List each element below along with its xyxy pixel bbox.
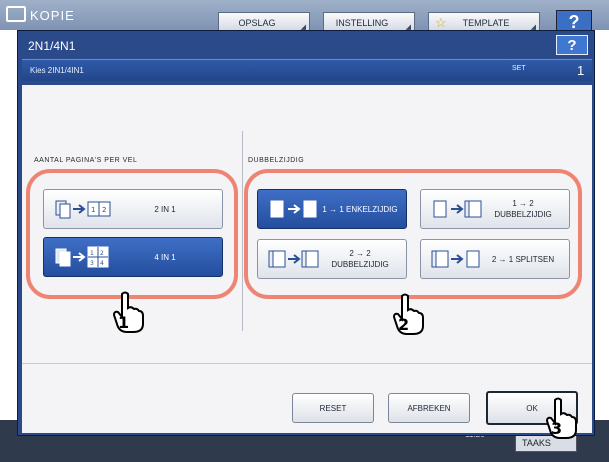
4in1-icon: 1 2 3 4: [55, 246, 109, 268]
dialog-subheader: Kies 2IN1/4IN1 SET 1: [22, 59, 592, 81]
dialog-title: 2N1/4N1: [28, 39, 76, 53]
svg-text:2: 2: [102, 206, 106, 214]
set-count: 1: [577, 63, 585, 78]
tab-label: OPSLAG: [238, 18, 276, 28]
option-label: 2 → 2 DUBBELZIJDIG: [331, 249, 389, 269]
option-1to2-duplex[interactable]: 1 → 2 DUBBELZIJDIG: [420, 189, 570, 229]
option-label: 4 IN 1: [154, 252, 176, 262]
callout-3-number: 3: [551, 419, 562, 438]
app-title: KOPIE: [30, 8, 75, 23]
option-2in1[interactable]: 1 2 2 IN 1: [43, 189, 223, 229]
svg-text:1: 1: [91, 206, 95, 214]
option-label: 1 → 1 ENKELZIJDIG: [322, 204, 398, 214]
option-2to1-split[interactable]: 2 → 1 SPLITSEN: [420, 239, 570, 279]
svg-text:3: 3: [90, 260, 94, 267]
set-label: SET: [512, 65, 526, 72]
option-label: 1 → 2 DUBBELZIJDIG: [494, 199, 552, 219]
star-icon: ☆: [435, 15, 447, 30]
pages-per-sheet-label: AANTAL PAGINA'S PER VEL: [34, 157, 138, 164]
dialog-body: AANTAL PAGINA'S PER VEL DUBBELZIJDIG 1 2…: [22, 85, 592, 433]
svg-text:1: 1: [90, 250, 94, 257]
reset-button[interactable]: RESET: [292, 393, 374, 423]
2in1-icon: 1 2: [55, 200, 111, 219]
svg-text:4: 4: [100, 260, 104, 267]
option-1to1-simplex[interactable]: 1 → 1 ENKELZIJDIG: [257, 189, 407, 229]
option-2to2-duplex[interactable]: 2 → 2 DUBBELZIJDIG: [257, 239, 407, 279]
duplex-label: DUBBELZIJDIG: [248, 157, 305, 164]
cancel-button[interactable]: AFBREKEN: [388, 393, 470, 423]
option-label: 2 → 1 SPLITSEN: [491, 254, 555, 264]
tab-label: TEMPLATE: [462, 18, 510, 28]
tab-label: INSTELLING: [335, 18, 389, 28]
callout-2-number: 2: [398, 315, 409, 334]
callout-1-number: 1: [118, 313, 129, 332]
1to1-icon: [270, 200, 317, 218]
callout-2-hand-icon: 2: [392, 293, 424, 335]
help-button[interactable]: ?: [556, 35, 588, 55]
2to2-icon: [268, 250, 319, 268]
1to2-icon: [433, 200, 482, 218]
nup-dialog: 2N1/4N1 ? Kies 2IN1/4IN1 SET 1 AANTAL PA…: [17, 30, 595, 436]
callout-1-hand-icon: 1: [112, 291, 144, 333]
callout-3-hand-icon: 3: [545, 397, 577, 439]
option-label: 2 IN 1: [154, 204, 176, 214]
copier-icon: [6, 6, 26, 22]
2to1-icon: [431, 250, 480, 268]
instruction-text: Kies 2IN1/4IN1: [30, 66, 84, 75]
svg-text:2: 2: [100, 250, 104, 257]
section-divider: [242, 131, 243, 331]
footer-divider: [22, 363, 592, 364]
option-4in1[interactable]: 1 2 3 4 4 IN 1: [43, 237, 223, 277]
